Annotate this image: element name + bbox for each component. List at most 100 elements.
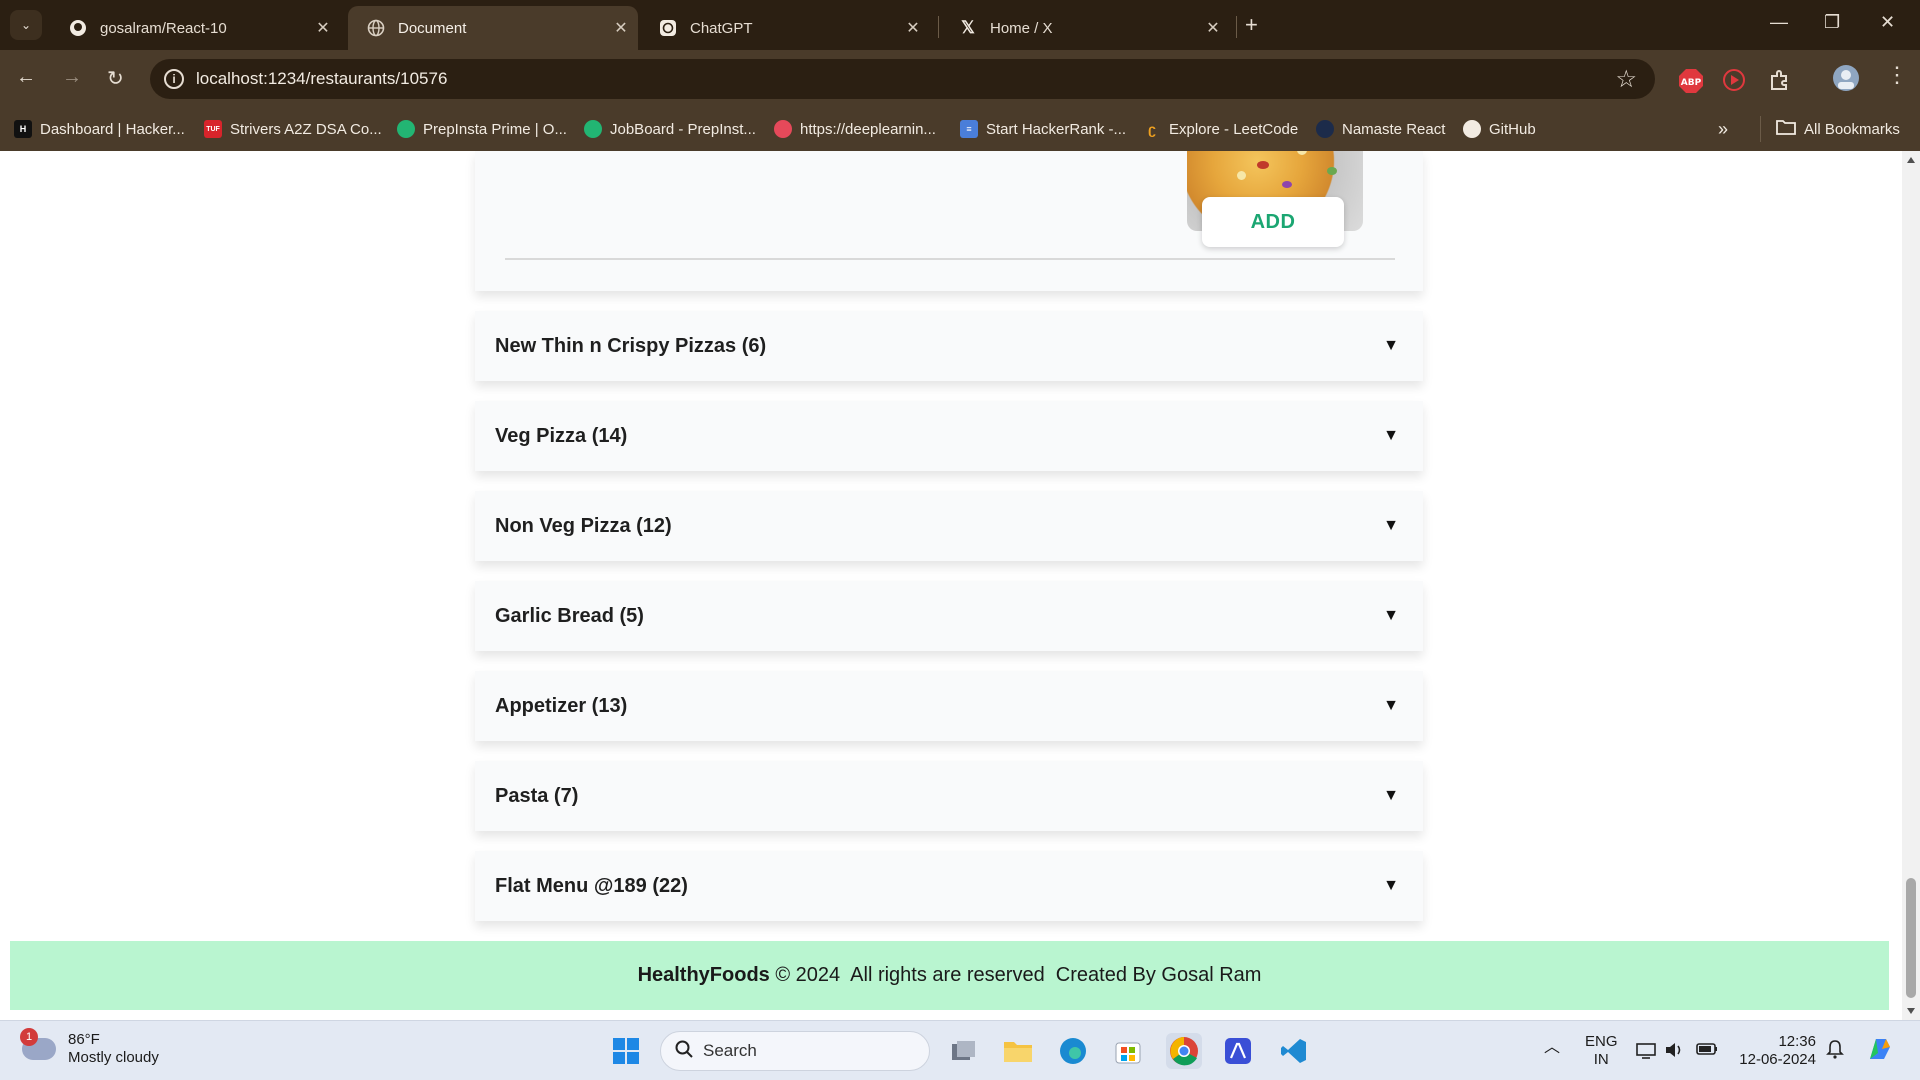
category-title: New Thin n Crispy Pizzas (6) (495, 334, 767, 357)
bookmark-item[interactable]: ʗ Explore - LeetCode (1143, 117, 1298, 141)
more-bookmarks-chevron-icon[interactable]: » (1718, 117, 1728, 141)
tab-title: gosalram/React-10 (100, 19, 227, 37)
new-tab-button[interactable]: + (1245, 12, 1258, 38)
tray-expand-chevron-icon[interactable]: ︿ (1544, 1039, 1560, 1057)
chatgpt-icon (658, 18, 678, 38)
github-icon (1463, 120, 1481, 138)
github-icon (68, 18, 88, 38)
bookmark-label: Strivers A2Z DSA Co... (230, 120, 382, 138)
back-arrow-icon[interactable]: ← (16, 66, 36, 89)
weather-widget[interactable]: 1 86°F Mostly cloudy (20, 1028, 159, 1067)
reload-icon[interactable]: ↻ (107, 66, 124, 91)
taskbar-search[interactable]: Search (660, 1031, 930, 1071)
tab-github[interactable]: gosalram/React-10 ✕ (50, 6, 340, 50)
close-icon[interactable]: ✕ (604, 18, 638, 38)
bookmark-item[interactable]: PrepInsta Prime | O... (397, 117, 567, 141)
close-window-icon[interactable]: ✕ (1880, 12, 1895, 33)
network-icon[interactable] (1636, 1041, 1656, 1064)
chevron-down-icon: ▼ (1383, 337, 1399, 354)
bookmark-item[interactable]: H Dashboard | Hacker... (14, 117, 185, 141)
category-title: Appetizer (13) (495, 694, 628, 717)
browser-toolbar: ← → ↻ i localhost:1234/restaurants/10576… (0, 50, 1920, 108)
adblock-icon[interactable]: ABP (1678, 68, 1704, 99)
category-accordion[interactable]: Non Veg Pizza (12) ▼ (475, 491, 1423, 561)
chrome-icon[interactable] (1166, 1033, 1202, 1069)
edge-icon[interactable] (1055, 1033, 1091, 1069)
file-explorer-icon[interactable] (1000, 1033, 1036, 1069)
battery-icon[interactable] (1696, 1041, 1718, 1062)
bookmark-label: https://deeplearnin... (800, 120, 936, 138)
bookmarks-bar: H Dashboard | Hacker... TUF Strivers A2Z… (0, 108, 1920, 151)
vscode-icon[interactable] (1276, 1033, 1312, 1069)
profile-avatar[interactable] (1832, 64, 1860, 97)
chevron-down-icon: ▼ (1383, 607, 1399, 624)
extensions-puzzle-icon[interactable] (1768, 68, 1792, 97)
notification-bell-icon[interactable] (1826, 1039, 1844, 1064)
recorder-extension-icon[interactable] (1722, 68, 1746, 97)
url-text[interactable]: localhost:1234/restaurants/10576 (196, 69, 447, 89)
tab-title: Document (398, 19, 467, 37)
notification-badge: 1 (20, 1028, 38, 1046)
scroll-down-arrow-icon[interactable] (1907, 1008, 1915, 1014)
bookmark-item[interactable]: JobBoard - PrepInst... (584, 117, 756, 141)
region-code: IN (1593, 1051, 1609, 1068)
restore-icon[interactable]: ❐ (1824, 12, 1840, 33)
task-view-icon[interactable] (946, 1033, 982, 1069)
forward-arrow-icon[interactable]: → (62, 66, 82, 89)
tab-search-button[interactable]: ⌄ (10, 10, 42, 40)
close-icon[interactable]: ✕ (896, 18, 930, 38)
bookmark-item[interactable]: Namaste React (1316, 117, 1445, 141)
category-accordion[interactable]: Appetizer (13) ▼ (475, 671, 1423, 741)
footer-brand: HealthyFoods (637, 964, 770, 986)
tab-chatgpt[interactable]: ChatGPT ✕ (640, 6, 930, 50)
all-bookmarks-button[interactable]: All Bookmarks (1776, 117, 1900, 141)
kebab-menu-icon[interactable]: ⋮ (1886, 62, 1908, 88)
bookmark-label: Namaste React (1342, 120, 1446, 138)
volume-icon[interactable] (1664, 1041, 1684, 1064)
bookmark-label: PrepInsta Prime | O... (423, 120, 567, 138)
editor-app-icon[interactable] (1220, 1033, 1256, 1069)
bookmark-item[interactable]: TUF Strivers A2Z DSA Co... (204, 117, 382, 141)
address-bar[interactable]: i localhost:1234/restaurants/10576 ☆ (150, 59, 1655, 99)
svg-text:ABP: ABP (1681, 78, 1702, 88)
weather-desc: Mostly cloudy (68, 1049, 159, 1066)
category-accordion[interactable]: Garlic Bread (5) ▼ (475, 581, 1423, 651)
cloud-icon: 1 (20, 1028, 56, 1060)
vertical-scrollbar[interactable] (1902, 151, 1920, 1020)
minimize-icon[interactable]: — (1770, 12, 1788, 33)
clock-time: 12:36 (1778, 1033, 1816, 1050)
category-accordion[interactable]: Flat Menu @189 (22) ▼ (475, 851, 1423, 921)
scrollbar-thumb[interactable] (1906, 878, 1916, 998)
category-accordion[interactable]: New Thin n Crispy Pizzas (6) ▼ (475, 311, 1423, 381)
bookmarks-separator (1760, 116, 1761, 142)
tab-document[interactable]: Document ✕ (348, 6, 638, 50)
all-bookmarks-label: All Bookmarks (1804, 120, 1900, 138)
bookmark-label: Explore - LeetCode (1169, 120, 1299, 138)
scroll-up-arrow-icon[interactable] (1907, 157, 1915, 163)
windows-start-icon[interactable] (608, 1033, 644, 1069)
bookmark-star-icon[interactable]: ☆ (1615, 65, 1637, 94)
bookmark-item[interactable]: https://deeplearnin... (774, 117, 936, 141)
close-icon[interactable]: ✕ (306, 18, 340, 38)
category-accordion[interactable]: Veg Pizza (14) ▼ (475, 401, 1423, 471)
bookmark-item[interactable]: ≡ Start HackerRank -... (960, 117, 1126, 141)
leetcode-icon: ʗ (1148, 121, 1156, 137)
lang-code: ENG (1585, 1033, 1618, 1050)
tab-x[interactable]: 𝕏 Home / X ✕ (940, 6, 1230, 50)
add-button[interactable]: ADD (1202, 197, 1344, 247)
close-icon[interactable]: ✕ (1196, 18, 1230, 38)
page-viewport: ADD New Thin n Crispy Pizzas (6) ▼ Veg P… (0, 151, 1902, 1020)
takeuforward-icon: TUF (204, 120, 222, 138)
bookmark-label: Dashboard | Hacker... (40, 120, 185, 138)
language-indicator[interactable]: ENG IN (1585, 1033, 1618, 1069)
store-icon[interactable] (1110, 1033, 1146, 1069)
bookmark-item[interactable]: GitHub (1463, 117, 1536, 141)
site-info-icon[interactable]: i (164, 69, 184, 89)
bookmark-label: JobBoard - PrepInst... (610, 120, 756, 138)
prepinsta-icon (397, 120, 415, 138)
copilot-icon[interactable] (1864, 1033, 1896, 1070)
clock[interactable]: 12:36 12-06-2024 (1736, 1033, 1816, 1069)
hackerrank-icon: H (14, 120, 32, 138)
doc-icon: ≡ (960, 120, 978, 138)
category-accordion[interactable]: Pasta (7) ▼ (475, 761, 1423, 831)
